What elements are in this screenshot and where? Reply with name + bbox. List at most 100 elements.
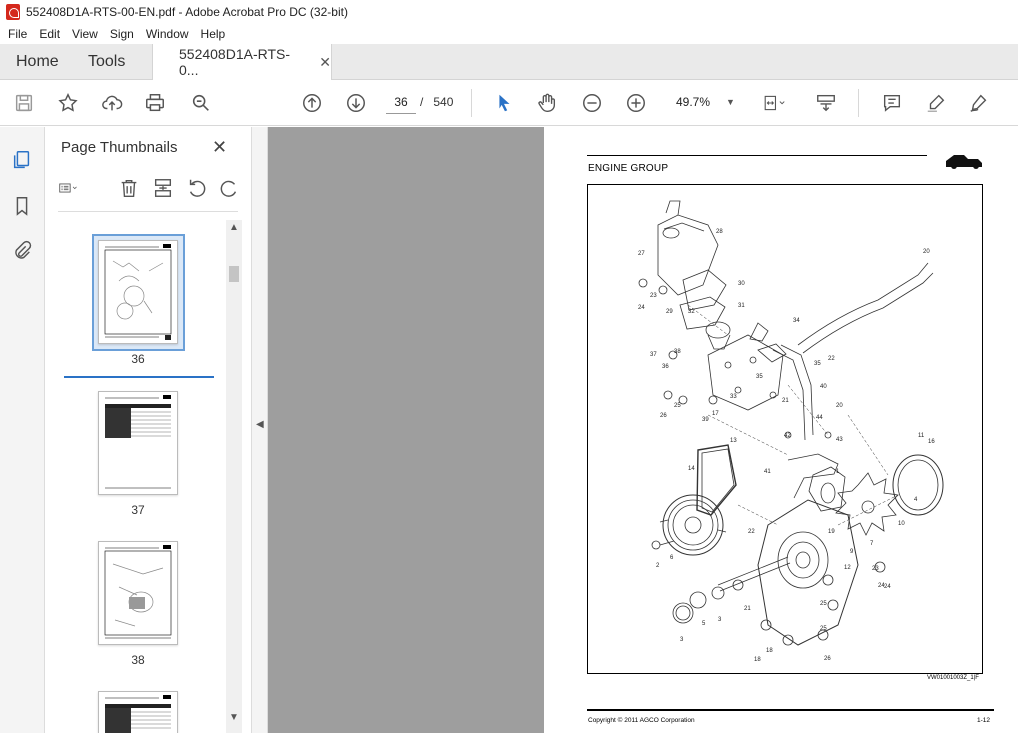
tab-home[interactable]: Home	[16, 53, 59, 71]
tractor-logo-icon	[946, 155, 982, 169]
delete-trash-icon[interactable]	[118, 177, 142, 201]
chevron-down-icon: ▼	[726, 97, 735, 107]
page-number-input[interactable]: 36	[386, 90, 416, 114]
part-callout-7: 7	[870, 541, 874, 547]
thumbnail-page-38[interactable]	[98, 541, 178, 645]
scrollbar-thumb[interactable]	[229, 266, 239, 282]
save-icon[interactable]	[12, 91, 36, 115]
page-total-count: 540	[433, 95, 454, 109]
zoom-level-select[interactable]: 49.7% ▼	[668, 90, 738, 114]
tab-tools[interactable]: Tools	[88, 53, 125, 71]
part-callout-23: 23	[650, 293, 657, 299]
part-callout-23: 23	[872, 566, 879, 572]
part-callout-4: 4	[914, 497, 918, 503]
attachments-paperclip-icon[interactable]	[11, 240, 35, 264]
page-total: / 540	[420, 95, 453, 109]
acrobat-app-icon	[6, 4, 20, 20]
menu-help[interactable]: Help	[201, 27, 226, 41]
part-callout-9: 9	[850, 549, 854, 555]
part-callout-44: 44	[816, 415, 823, 421]
panel-splitter[interactable]: ◀	[251, 127, 268, 733]
thumbnail-selection-indicator	[64, 376, 214, 378]
part-callout-3: 3	[718, 617, 722, 623]
tab-document[interactable]: 552408D1A-RTS-0... ✕	[152, 44, 332, 80]
print-icon[interactable]	[143, 91, 167, 115]
part-callout-31: 31	[738, 303, 745, 309]
thumbnail-options-icon[interactable]	[58, 177, 96, 201]
header-rule	[587, 155, 927, 156]
zoom-level-value: 49.7%	[676, 95, 711, 109]
thumbnail-page-39[interactable]	[98, 691, 178, 733]
part-callout-25: 25	[820, 626, 827, 632]
previous-page-icon[interactable]	[300, 91, 324, 115]
page-separator: /	[420, 95, 424, 109]
part-callout-10: 10	[898, 521, 905, 527]
main-toolbar	[0, 81, 1018, 126]
part-callout-35: 35	[756, 374, 763, 380]
search-zoom-icon[interactable]	[189, 91, 213, 115]
part-callout-16: 16	[928, 439, 935, 445]
insert-pages-icon[interactable]	[152, 177, 176, 201]
part-callout-39: 39	[702, 417, 709, 423]
exploded-parts-diagram: 27 28 30 31 32 29 23 24 20 34 35 22 37 38 36 25 33 40 35 21…	[587, 184, 983, 674]
toolbar-separator	[858, 89, 859, 117]
menu-bar: File Edit View Sign Window Help	[0, 24, 1018, 44]
fill-sign-icon[interactable]	[967, 91, 991, 115]
toolbar-separator	[471, 89, 472, 117]
select-cursor-icon[interactable]	[492, 91, 516, 115]
hand-tool-icon[interactable]	[535, 91, 559, 115]
part-callout-26: 26	[824, 656, 831, 662]
collapse-panel-icon[interactable]: ◀	[256, 419, 264, 430]
document-view[interactable]: ENGINE GROUP 27 28 30 31 32 29 23 24 20 …	[268, 127, 1018, 733]
navigation-rail	[0, 127, 45, 733]
part-callout-24: 24	[884, 584, 891, 590]
footer-rule	[587, 709, 994, 711]
part-callout-33: 33	[730, 394, 737, 400]
upload-cloud-icon[interactable]	[100, 91, 124, 115]
highlight-pen-icon[interactable]	[924, 91, 948, 115]
part-callout-34: 34	[793, 318, 800, 324]
bookmarks-icon[interactable]	[11, 195, 35, 219]
part-callout-38: 38	[674, 349, 681, 355]
scroll-up-icon[interactable]: ▲	[229, 222, 239, 233]
bookmark-star-icon[interactable]	[56, 91, 80, 115]
menu-file[interactable]: File	[8, 27, 27, 41]
part-callout-29: 29	[666, 309, 673, 315]
menu-window[interactable]: Window	[146, 27, 189, 41]
page-header: ENGINE GROUP	[588, 163, 669, 174]
part-callout-43: 43	[836, 437, 843, 443]
page-thumbnails-icon[interactable]	[11, 149, 35, 173]
next-page-icon[interactable]	[344, 91, 368, 115]
rotate-right-icon[interactable]	[218, 177, 238, 201]
part-callout-2: 2	[656, 563, 660, 569]
tab-bar: Home Tools 552408D1A-RTS-0... ✕	[0, 44, 1018, 80]
menu-view[interactable]: View	[72, 27, 98, 41]
part-callout-14: 14	[688, 466, 695, 472]
part-callout-17: 17	[712, 411, 719, 417]
close-panel-icon[interactable]: ✕	[212, 137, 227, 158]
zoom-out-icon[interactable]	[580, 91, 604, 115]
part-callout-3: 3	[680, 637, 684, 643]
zoom-in-icon[interactable]	[624, 91, 648, 115]
menu-edit[interactable]: Edit	[39, 27, 60, 41]
menu-sign[interactable]: Sign	[110, 27, 134, 41]
scroll-mode-icon[interactable]	[814, 91, 838, 115]
part-callout-22: 22	[748, 529, 755, 535]
figure-id: VW01001003Z_1|F	[927, 675, 979, 681]
thumbnail-label-38: 38	[131, 653, 145, 667]
thumbnail-page-36[interactable]	[98, 240, 178, 344]
part-callout-26: 26	[660, 413, 667, 419]
rotate-left-icon[interactable]	[186, 177, 210, 201]
thumbnail-page-37[interactable]	[98, 391, 178, 495]
part-callout-22: 22	[828, 356, 835, 362]
page-fit-icon[interactable]	[759, 91, 789, 115]
page-footer-number: 1-12	[977, 717, 991, 724]
part-callout-28: 28	[716, 229, 723, 235]
thumbnail-scrollbar[interactable]: ▲ ▼	[226, 220, 242, 733]
part-callout-20: 20	[836, 403, 843, 409]
comment-icon[interactable]	[880, 91, 904, 115]
thumbnail-toolbar	[58, 177, 238, 203]
part-callout-12: 12	[844, 565, 851, 571]
close-tab-icon[interactable]: ✕	[319, 54, 331, 71]
scroll-down-icon[interactable]: ▼	[229, 712, 239, 723]
